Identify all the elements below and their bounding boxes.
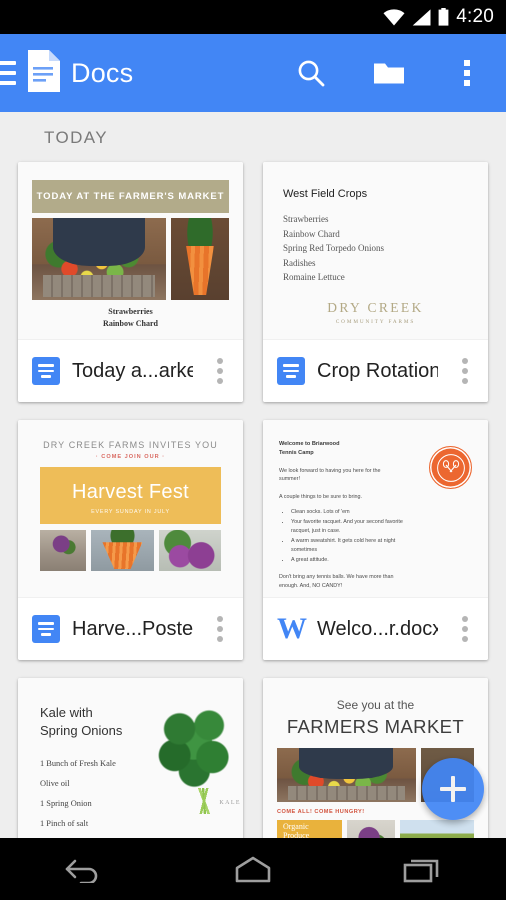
list-item: A great attitude.: [291, 556, 409, 564]
document-card[interactable]: West Field Crops Strawberries Rainbow Ch…: [263, 162, 488, 402]
create-document-fab[interactable]: [422, 758, 484, 820]
letter-paragraph: We look forward to having you here for t…: [279, 467, 397, 484]
overflow-menu-icon[interactable]: [450, 348, 480, 394]
document-thumbnail[interactable]: Welcome to Briarwood Tennis Camp We look…: [263, 420, 488, 598]
document-title: Welco...r.docx: [317, 618, 438, 641]
flyer-title: FARMERS MARKET: [277, 716, 474, 738]
document-card[interactable]: DRY CREEK FARMS INVITES YOU · COME JOIN …: [18, 420, 243, 660]
document-list[interactable]: TODAY TODAY AT THE FARMER'S MARKET Straw…: [0, 112, 506, 838]
kale-illustration: KALE: [151, 704, 243, 838]
document-thumbnail[interactable]: West Field Crops Strawberries Rainbow Ch…: [263, 162, 488, 340]
list-item: 1 Spring Onion: [40, 799, 151, 808]
flyer-bottom-row: Organic Produce Local vendors: [277, 820, 474, 838]
status-bar: 4:20: [0, 0, 506, 34]
list-item: Rainbow Chard: [283, 227, 468, 242]
join-line: · COME JOIN OUR ·: [40, 454, 221, 460]
vegetable-basket-photo: [32, 218, 166, 300]
docs-logo-icon: [26, 50, 60, 97]
document-grid: TODAY AT THE FARMER'S MARKET Strawberrie…: [0, 162, 506, 838]
microsoft-word-icon: W: [277, 614, 305, 644]
hamburger-menu-icon[interactable]: [0, 61, 16, 85]
photo-strip: [40, 530, 221, 571]
carrots-photo: [91, 530, 153, 571]
harvest-fest-banner: Harvest Fest EVERY SUNDAY IN JULY: [40, 467, 221, 524]
list-item: Clean socks. Lots of 'em: [291, 508, 409, 516]
kale-leaves-shape: [155, 706, 237, 794]
google-docs-icon: [32, 357, 60, 385]
list-item: Romaine Lettuce: [283, 270, 468, 285]
card-footer[interactable]: W Welco...r.docx: [263, 598, 488, 660]
android-navigation-bar: [0, 838, 506, 900]
list-item: Strawberries: [283, 212, 468, 227]
letter-paragraph: Don't bring any tennis balls. We have mo…: [279, 573, 397, 590]
herbs-photo: [347, 820, 395, 838]
cabbage-photo: [159, 530, 221, 571]
list-item: 1 Bunch of Fresh Kale: [40, 759, 151, 768]
kale-stems-shape: [191, 788, 217, 814]
thumbnail-banner: TODAY AT THE FARMER'S MARKET: [32, 180, 229, 213]
thumbnail-heading: West Field Crops: [283, 188, 468, 200]
produce-photo: [40, 530, 86, 571]
list-item: Your favorite racquet. And your second f…: [291, 518, 409, 535]
google-docs-icon: [277, 357, 305, 385]
field-photo: [400, 820, 474, 838]
document-thumbnail[interactable]: Kale with Spring Onions 1 Bunch of Fresh…: [18, 678, 243, 838]
recipe-text: Kale with Spring Onions 1 Bunch of Fresh…: [40, 704, 151, 838]
bring-list: Clean socks. Lots of 'em Your favorite r…: [291, 508, 409, 564]
illustration-label: KALE: [219, 800, 241, 806]
tag-organic-produce: Organic Produce: [277, 820, 342, 838]
card-footer[interactable]: Today a...arket: [18, 340, 243, 402]
document-card[interactable]: Welcome to Briarwood Tennis Camp We look…: [263, 420, 488, 660]
card-footer[interactable]: Harve...Poster: [18, 598, 243, 660]
document-thumbnail[interactable]: TODAY AT THE FARMER'S MARKET Strawberrie…: [18, 162, 243, 340]
list-item: 1 Pinch of salt: [40, 819, 151, 828]
recipe-title: Kale with Spring Onions: [40, 704, 151, 739]
back-icon[interactable]: [39, 838, 129, 900]
recent-apps-icon[interactable]: [377, 838, 467, 900]
flyer-tags: Organic Produce Local vendors: [277, 820, 342, 838]
folder-icon[interactable]: [350, 34, 428, 112]
home-icon[interactable]: [208, 838, 298, 900]
overflow-menu-icon[interactable]: [428, 34, 506, 112]
flyer-subtitle: See you at the: [277, 698, 474, 712]
document-title: Crop Rotation: [317, 360, 438, 383]
google-docs-icon: [32, 615, 60, 643]
vegetable-basket-photo: [277, 748, 416, 802]
document-title: Harve...Poster: [72, 618, 193, 641]
dry-creek-logo: DRY CREEK COMMUNITY FARMS: [283, 300, 468, 325]
carrots-photo: [171, 218, 229, 300]
document-thumbnail[interactable]: DRY CREEK FARMS INVITES YOU · COME JOIN …: [18, 420, 243, 598]
app-bar-actions: [272, 34, 506, 112]
thumbnail-caption: Strawberries Rainbow Chard: [32, 300, 229, 329]
overflow-menu-icon[interactable]: [205, 606, 235, 652]
list-item: A warm sweatshirt. It gets cold here at …: [291, 537, 409, 554]
search-icon[interactable]: [272, 34, 350, 112]
overflow-menu-icon[interactable]: [205, 348, 235, 394]
briarwood-seal-icon: [429, 446, 472, 489]
battery-icon: [438, 8, 449, 26]
app-bar: Docs: [0, 34, 506, 112]
thumbnail-photos: [32, 218, 229, 300]
section-header-today: TODAY: [0, 112, 506, 162]
app-root: 4:20 Docs TODAY: [0, 0, 506, 900]
card-footer[interactable]: Crop Rotation: [263, 340, 488, 402]
status-bar-clock: 4:20: [456, 6, 494, 28]
list-item: Spring Red Torpedo Onions: [283, 241, 468, 256]
letter-paragraph: A couple things to be sure to bring.: [279, 493, 397, 501]
document-title: Today a...arket: [72, 360, 193, 383]
list-item: Olive oil: [40, 779, 151, 788]
page-title: Docs: [71, 58, 133, 89]
ingredient-list: 1 Bunch of Fresh Kale Olive oil 1 Spring…: [40, 759, 151, 828]
overflow-menu-icon[interactable]: [450, 606, 480, 652]
cellular-signal-icon: [412, 9, 431, 26]
wifi-icon: [383, 9, 405, 26]
document-card[interactable]: TODAY AT THE FARMER'S MARKET Strawberrie…: [18, 162, 243, 402]
list-item: Radishes: [283, 256, 468, 271]
crop-list: Strawberries Rainbow Chard Spring Red To…: [283, 212, 468, 285]
invite-line: DRY CREEK FARMS INVITES YOU: [40, 440, 221, 450]
document-card[interactable]: Kale with Spring Onions 1 Bunch of Fresh…: [18, 678, 243, 838]
